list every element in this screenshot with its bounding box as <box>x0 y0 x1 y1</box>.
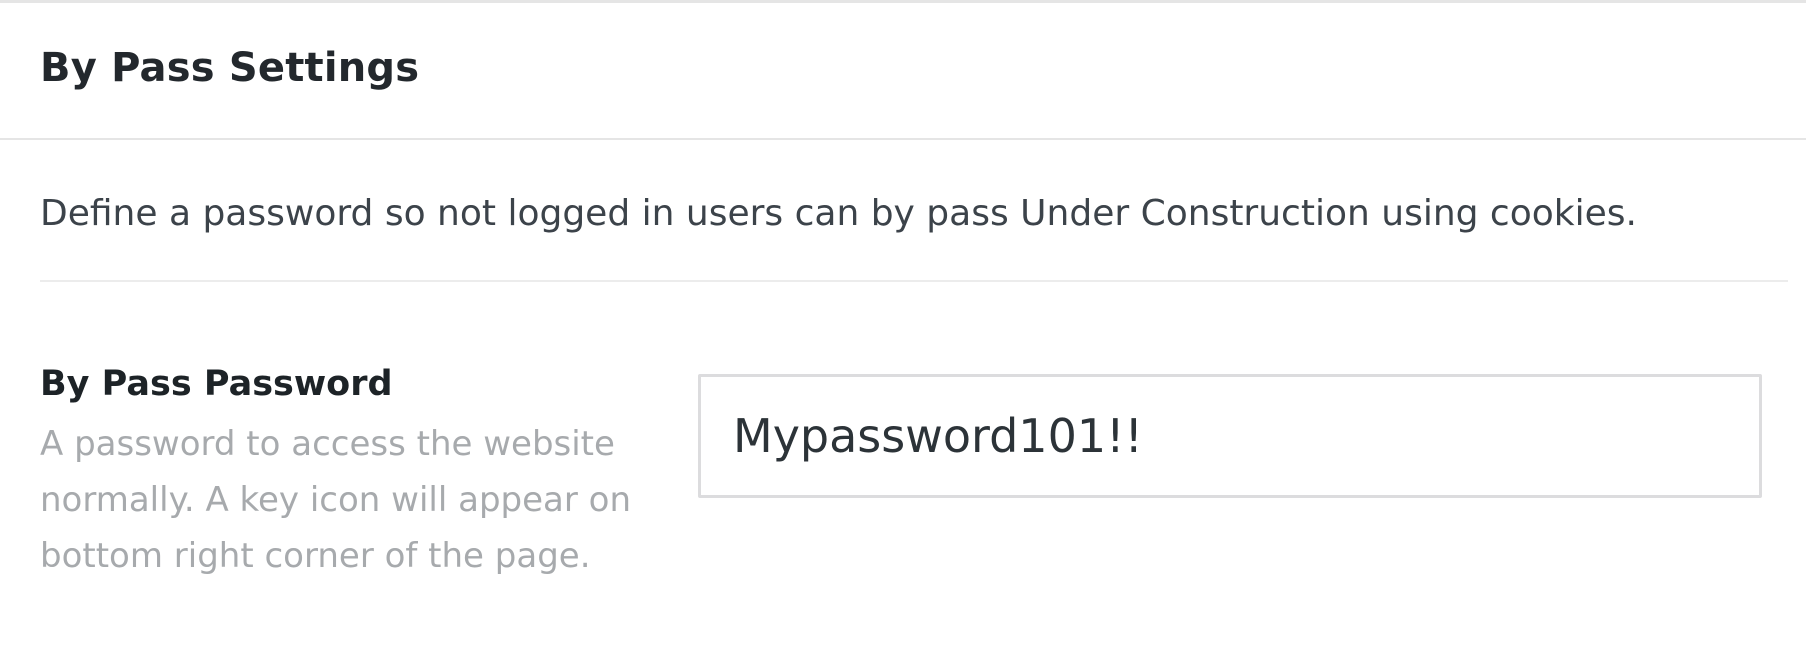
bypass-settings-panel: By Pass Settings Define a password so no… <box>0 0 1806 645</box>
panel-description: Define a password so not logged in users… <box>40 140 1788 282</box>
panel-header: By Pass Settings <box>0 3 1806 140</box>
bypass-password-input[interactable] <box>698 374 1762 498</box>
bypass-password-label-column: By Pass Password A password to access th… <box>40 362 698 584</box>
panel-title: By Pass Settings <box>40 44 420 91</box>
bypass-password-label: By Pass Password <box>40 364 393 404</box>
bypass-password-input-column <box>698 362 1762 584</box>
bypass-password-help-text: A password to access the website normall… <box>40 424 631 576</box>
bypass-password-row: By Pass Password A password to access th… <box>40 282 1766 584</box>
panel-body: Define a password so not logged in users… <box>0 140 1806 584</box>
